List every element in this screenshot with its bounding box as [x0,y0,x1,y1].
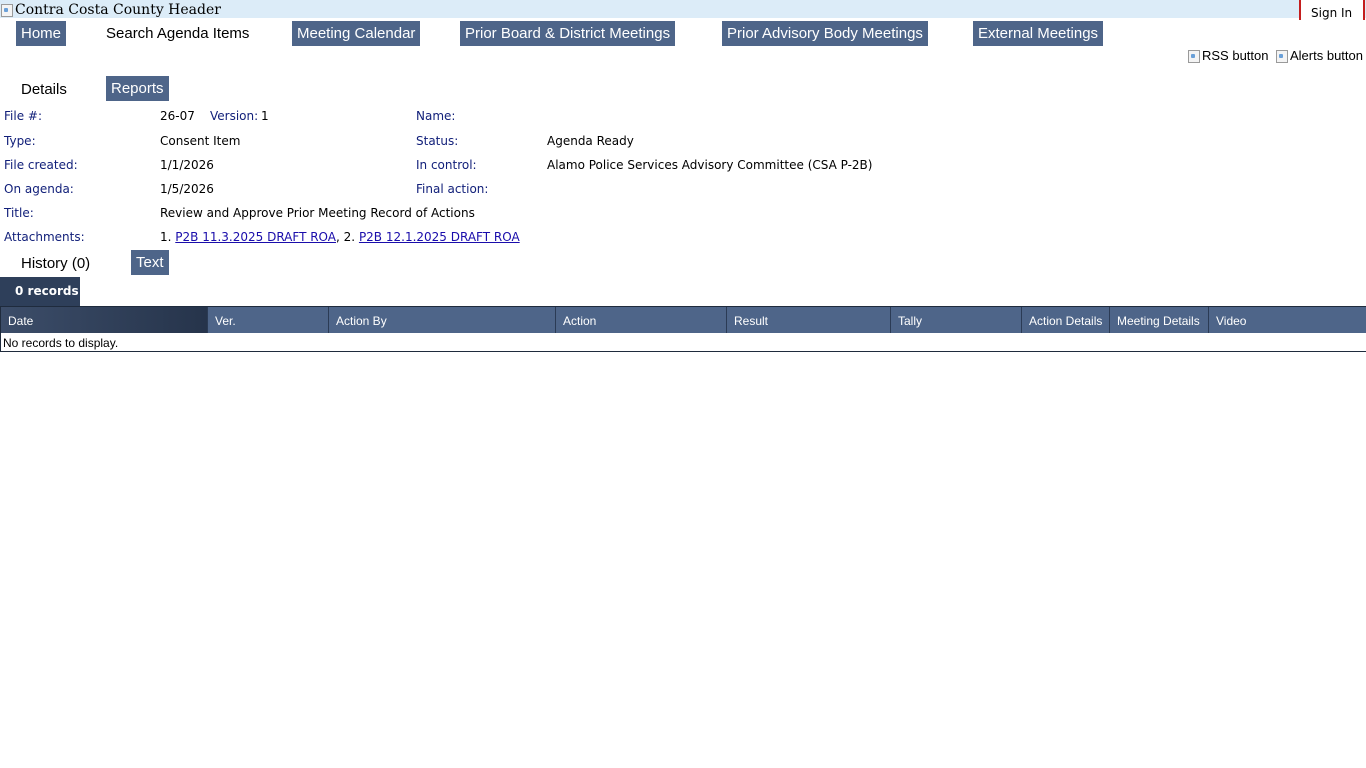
column-header-meeting-details[interactable]: Meeting Details [1110,307,1209,333]
county-header-alt-text: Contra Costa County Header [15,1,221,18]
nav-meeting-calendar[interactable]: Meeting Calendar [292,21,421,46]
rss-button-alt-text: RSS button [1202,48,1269,63]
file-number-label: File #: [4,109,42,123]
nav-home[interactable]: Home [16,21,67,46]
on-agenda-label: On agenda: [4,182,74,196]
attachment-number: 1. [160,230,172,244]
sign-in-link[interactable]: Sign In [1311,6,1352,20]
column-header-result[interactable]: Result [727,307,891,333]
tab-reports[interactable]: Reports [106,76,169,101]
county-header-image: Contra Costa County Header [0,1,221,18]
in-control-value: Alamo Police Services Advisory Committee… [547,158,873,172]
type-value: Consent Item [160,134,241,148]
attachment-link[interactable]: P2B 12.1.2025 DRAFT ROA [359,230,520,244]
version-label: Version: [210,109,259,123]
status-label: Status: [416,134,459,148]
column-header-version[interactable]: Ver. [208,307,329,333]
attachments-list: 1. P2B 11.3.2025 DRAFT ROA, 2. P2B 12.1.… [160,230,520,244]
name-label: Name: [416,109,456,123]
nav-search-agenda-items[interactable]: Search Agenda Items [101,21,254,46]
nav-prior-board-district-meetings[interactable]: Prior Board & District Meetings [460,21,676,46]
alerts-button[interactable]: Alerts button [1275,48,1363,63]
history-grid-header: Date Ver. Action By Action Result Tally … [0,306,1366,333]
records-count-tab[interactable]: 0 records [0,277,80,306]
title-value: Review and Approve Prior Meeting Record … [160,206,475,220]
sign-in-box[interactable]: Sign In [1299,0,1365,20]
alerts-icon [1275,48,1289,63]
column-header-tally[interactable]: Tally [891,307,1022,333]
history-grid-body: No records to display. [0,333,1366,352]
tab-text[interactable]: Text [131,250,169,275]
attachment-number: 2. [343,230,356,244]
nav-prior-advisory-body-meetings[interactable]: Prior Advisory Body Meetings [722,21,928,46]
broken-image-icon [0,2,14,17]
tab-history[interactable]: History (0) [16,251,95,276]
alerts-button-alt-text: Alerts button [1290,48,1363,63]
on-agenda-value: 1/5/2026 [160,182,214,196]
column-header-action[interactable]: Action [556,307,727,333]
in-control-label: In control: [416,158,477,172]
attachment-link[interactable]: P2B 11.3.2025 DRAFT ROA [175,230,336,244]
final-action-label: Final action: [416,182,489,196]
no-records-message: No records to display. [3,336,119,350]
column-header-date[interactable]: Date [1,307,208,333]
title-label: Title: [4,206,34,220]
status-value: Agenda Ready [547,134,634,148]
rss-icon [1187,48,1201,63]
file-number-value: 26-07 [160,109,195,123]
file-created-value: 1/1/2026 [160,158,214,172]
rss-button[interactable]: RSS button [1187,48,1269,63]
file-created-label: File created: [4,158,78,172]
nav-external-meetings[interactable]: External Meetings [973,21,1104,46]
attachments-label: Attachments: [4,230,85,244]
column-header-video[interactable]: Video [1209,307,1366,333]
type-label: Type: [4,134,36,148]
column-header-action-by[interactable]: Action By [329,307,556,333]
column-header-action-details[interactable]: Action Details [1022,307,1110,333]
version-value: 1 [261,109,269,123]
tab-details[interactable]: Details [16,77,72,102]
